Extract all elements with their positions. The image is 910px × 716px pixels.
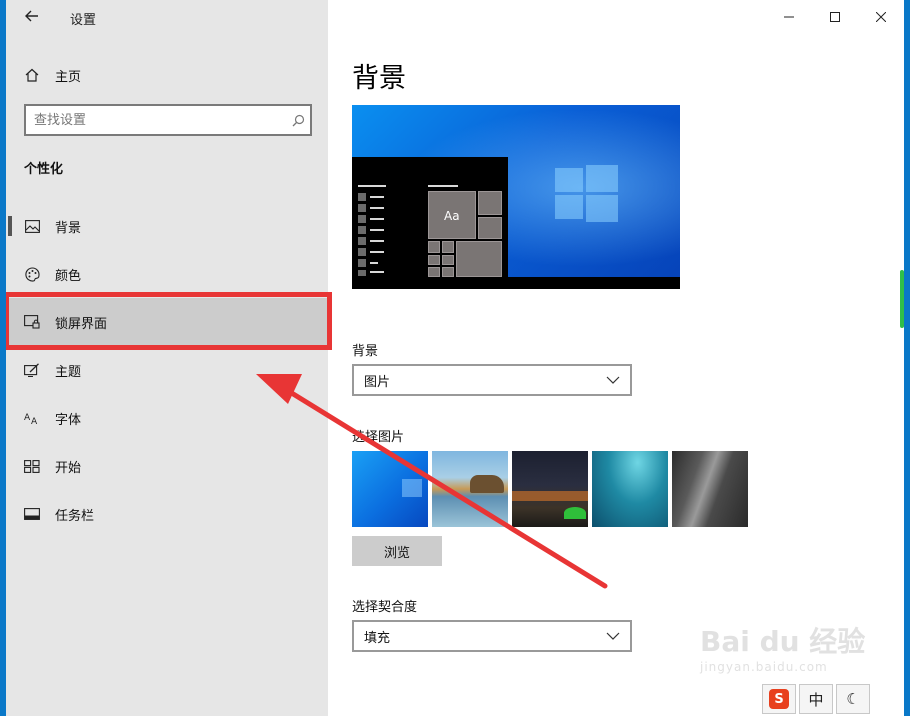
- sidebar-item-fonts[interactable]: AA 字体: [6, 394, 328, 442]
- background-label: 背景: [352, 344, 379, 359]
- thumbnail-windows-blue[interactable]: [352, 451, 428, 527]
- taskbar-preview: [352, 277, 680, 289]
- sidebar-item-colors[interactable]: 颜色: [6, 250, 328, 298]
- sidebar-item-label: 背景: [55, 220, 82, 236]
- scroll-indicator[interactable]: [900, 270, 904, 328]
- section-title: 个性化: [24, 162, 64, 177]
- palette-icon: [24, 266, 40, 282]
- chevron-down-icon: [606, 376, 620, 384]
- settings-window: 设置 主页 个性化 背景: [6, 0, 904, 716]
- background-dropdown-value: 图片: [364, 374, 391, 390]
- sidebar-item-label: 字体: [55, 412, 82, 428]
- thumbnail-beach[interactable]: [432, 451, 508, 527]
- thumbnail-night-sky[interactable]: [512, 451, 588, 527]
- search-icon[interactable]: [286, 108, 310, 132]
- sidebar-item-label: 任务栏: [55, 508, 95, 524]
- watermark-brand: Bai du 经验: [700, 625, 866, 658]
- font-icon: AA: [24, 410, 40, 426]
- sidebar: 设置 主页 个性化 背景: [6, 0, 332, 716]
- window-title: 设置: [70, 13, 97, 28]
- picture-icon: [24, 218, 40, 234]
- watermark: Bai du 经验 jingyan.baidu.com: [700, 620, 865, 674]
- theme-icon: [24, 362, 40, 378]
- page-title: 背景: [352, 63, 406, 94]
- thumbnail-underwater[interactable]: [592, 451, 668, 527]
- back-button[interactable]: [20, 6, 44, 28]
- svg-text:A: A: [31, 417, 38, 425]
- taskbar-icon: [24, 506, 40, 522]
- annotation-highlight-box: [6, 292, 332, 350]
- home-icon: [24, 67, 40, 83]
- fit-dropdown-value: 填充: [364, 630, 391, 646]
- sidebar-item-label: 主题: [55, 364, 82, 380]
- search-box: [24, 104, 312, 136]
- start-menu-preview: Aa: [352, 157, 508, 277]
- ime-toolbar: S 中 ☾: [762, 684, 870, 716]
- ime-mode-button[interactable]: 中: [799, 684, 833, 714]
- thumbnail-rock-cliff[interactable]: [672, 451, 748, 527]
- start-icon: [24, 458, 40, 474]
- svg-text:A: A: [24, 413, 31, 423]
- chevron-down-icon: [606, 632, 620, 640]
- main-content: 背景 Aa 背景 图片 选择图片 浏览 选择契合度 填充: [328, 0, 904, 716]
- choose-picture-label: 选择图片: [352, 430, 405, 445]
- watermark-url: jingyan.baidu.com: [700, 660, 828, 674]
- search-input[interactable]: [26, 107, 286, 133]
- picture-thumbnails: [352, 451, 748, 527]
- sidebar-item-label: 开始: [55, 460, 82, 476]
- sidebar-item-themes[interactable]: 主题: [6, 346, 328, 394]
- sidebar-item-label: 颜色: [55, 268, 82, 284]
- sidebar-nav: 背景 颜色 锁屏界面 主题 A A 字体 开始 任务栏: [6, 202, 328, 538]
- sidebar-item-background[interactable]: 背景: [6, 202, 328, 250]
- sidebar-item-home[interactable]: 主页: [6, 58, 328, 92]
- background-dropdown[interactable]: 图片: [352, 364, 632, 396]
- moon-icon[interactable]: ☾: [836, 684, 870, 714]
- fit-label: 选择契合度: [352, 600, 418, 615]
- desktop-preview: Aa: [352, 105, 680, 289]
- sogou-icon: S: [769, 689, 789, 709]
- sidebar-item-start[interactable]: 开始: [6, 442, 328, 490]
- arrow-left-icon: [25, 10, 38, 22]
- fit-dropdown[interactable]: 填充: [352, 620, 632, 652]
- sidebar-item-label: 主页: [55, 69, 82, 85]
- preview-tile-text: Aa: [444, 209, 460, 223]
- ime-brand-button[interactable]: S: [762, 684, 796, 714]
- browse-button[interactable]: 浏览: [352, 536, 442, 566]
- sidebar-item-taskbar[interactable]: 任务栏: [6, 490, 328, 538]
